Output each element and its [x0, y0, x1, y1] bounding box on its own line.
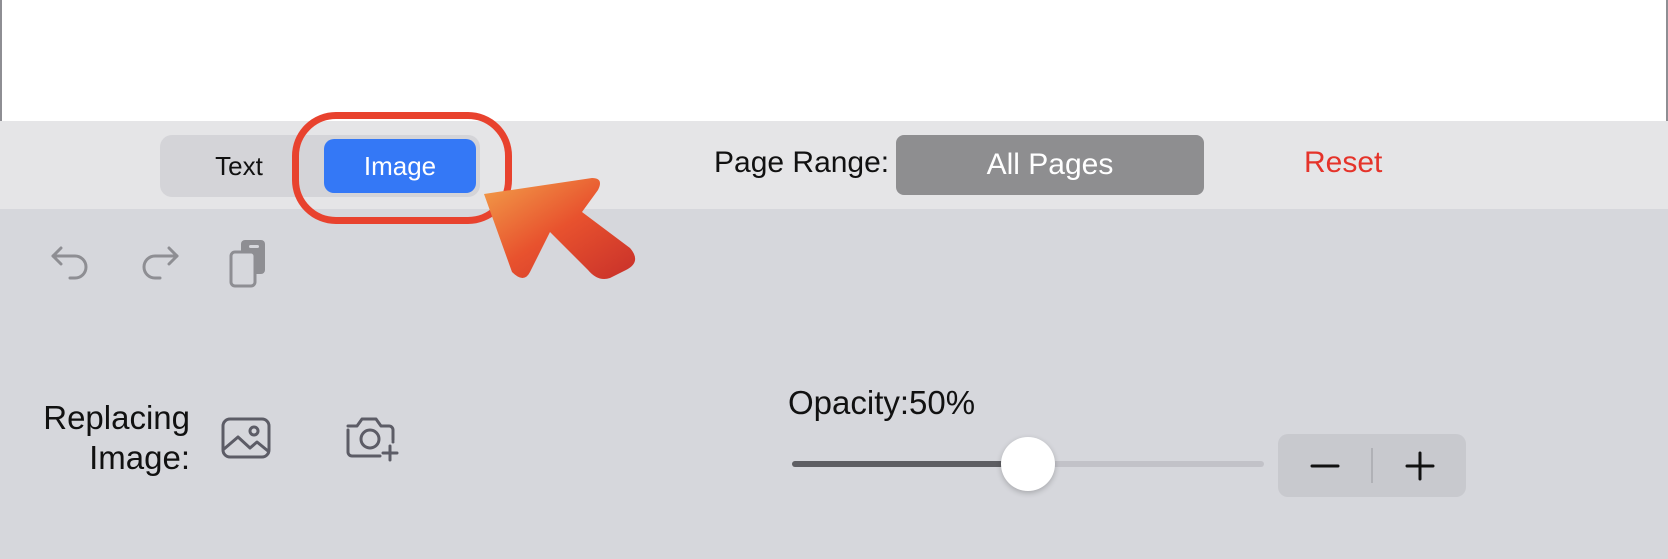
slider-fill	[792, 461, 1028, 467]
camera-add-icon[interactable]	[344, 412, 402, 464]
opacity-label: Opacity:50%	[788, 384, 975, 422]
increment-button[interactable]	[1373, 434, 1466, 497]
replacing-image-label-line1: Replacing	[43, 399, 190, 436]
photo-library-icon[interactable]	[218, 414, 274, 462]
minus-icon	[1310, 464, 1339, 467]
decrement-button[interactable]	[1278, 434, 1371, 497]
slider-thumb[interactable]	[1001, 437, 1055, 491]
page-range-label: Page Range:	[714, 146, 890, 179]
segment-text[interactable]: Text	[166, 139, 312, 193]
replacing-image-label-line2: Image:	[89, 439, 190, 476]
reset-button[interactable]: Reset	[1304, 146, 1382, 180]
page-range-button[interactable]: All Pages	[896, 135, 1204, 195]
mode-segmented-control: Text Image	[160, 135, 480, 197]
replacing-image-label: Replacing Image:	[30, 398, 190, 478]
segment-image[interactable]: Image	[324, 139, 476, 193]
opacity-slider[interactable]	[792, 437, 1264, 491]
opacity-value: 50%	[909, 384, 976, 421]
copy-icon[interactable]	[224, 238, 276, 290]
opacity-stepper	[1278, 434, 1466, 497]
undo-icon[interactable]	[46, 238, 94, 286]
plus-icon	[1405, 451, 1434, 480]
opacity-label-text: Opacity:	[788, 384, 910, 421]
document-preview	[0, 0, 1668, 121]
redo-icon[interactable]	[136, 238, 184, 286]
